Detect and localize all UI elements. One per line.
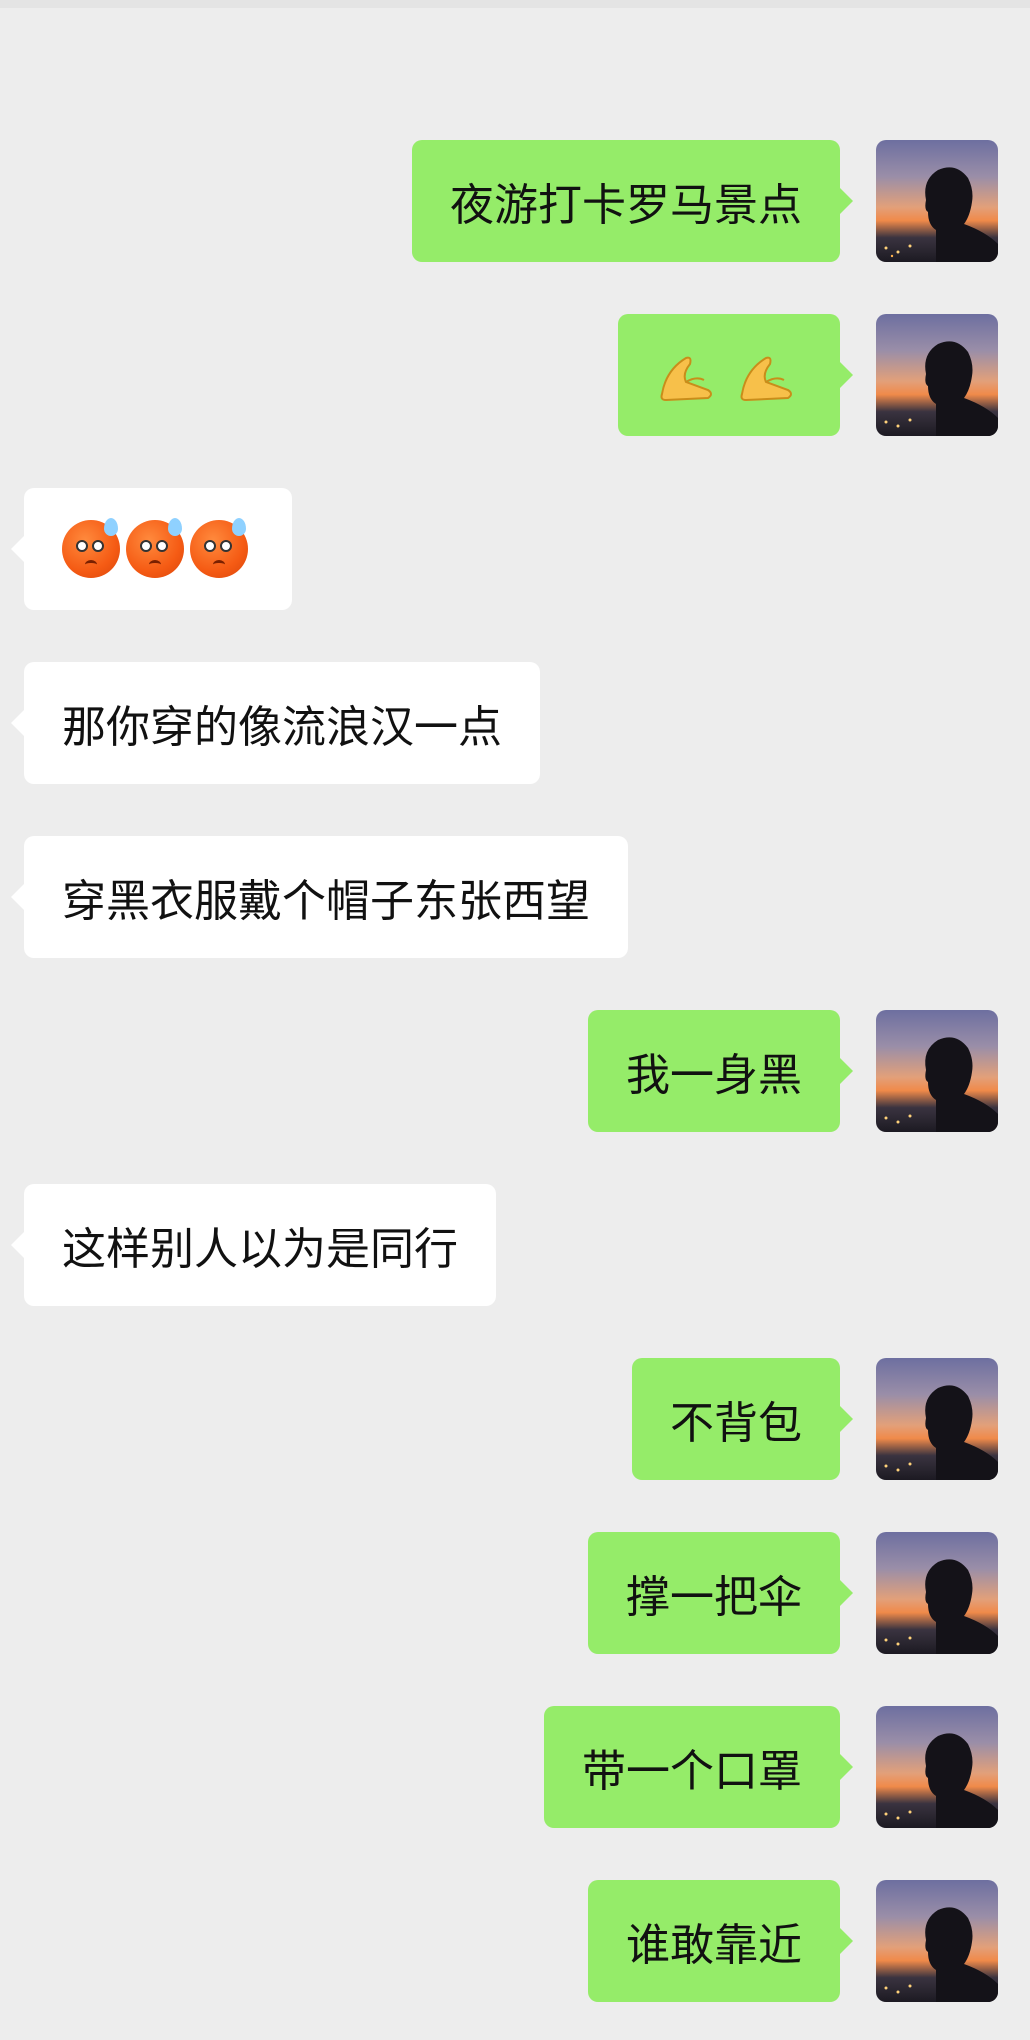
- message-text: 不背包: [670, 1398, 802, 1449]
- chat-message: 穿黑衣服戴个帽子东张西望: [0, 836, 1030, 958]
- message-text: 那你穿的像流浪汉一点: [62, 702, 502, 753]
- chat-message: 那你穿的像流浪汉一点: [0, 662, 1030, 784]
- message-bubble-self[interactable]: 我一身黑: [588, 1010, 853, 1132]
- avatar-icon[interactable]: [876, 140, 998, 262]
- message-text: 夜游打卡罗马景点: [450, 180, 802, 231]
- message-bubble-self[interactable]: [618, 314, 853, 436]
- message-bubble-self[interactable]: 谁敢靠近: [588, 1880, 853, 2002]
- chat-message: 夜游打卡罗马景点: [0, 140, 1030, 262]
- message-bubble-other[interactable]: [11, 488, 292, 610]
- chat-message: 撑一把伞: [0, 1532, 1030, 1654]
- chat-message: 谁敢靠近: [0, 1880, 1030, 2002]
- message-bubble-self[interactable]: 带一个口罩: [544, 1706, 853, 1828]
- avatar-icon[interactable]: [876, 1010, 998, 1132]
- avatar-icon[interactable]: [876, 1880, 998, 2002]
- message-text: 我一身黑: [626, 1050, 802, 1101]
- message-text: 撑一把伞: [626, 1572, 802, 1623]
- top-divider: [0, 0, 1030, 8]
- message-bubble-other[interactable]: 这样别人以为是同行: [11, 1184, 496, 1306]
- message-bubble-self[interactable]: 撑一把伞: [588, 1532, 853, 1654]
- pinched-hands-emoji-icon: [656, 348, 802, 402]
- message-text: 谁敢靠近: [626, 1920, 802, 1971]
- avatar-icon[interactable]: [876, 1358, 998, 1480]
- message-bubble-self[interactable]: 不背包: [632, 1358, 853, 1480]
- message-text: 这样别人以为是同行: [62, 1224, 458, 1275]
- avatar-icon[interactable]: [876, 314, 998, 436]
- message-text: 穿黑衣服戴个帽子东张西望: [62, 876, 590, 927]
- chat-message: 带一个口罩: [0, 1706, 1030, 1828]
- message-bubble-self[interactable]: 夜游打卡罗马景点: [412, 140, 853, 262]
- chat-message: [0, 488, 1030, 610]
- chat-message: 这样别人以为是同行: [0, 1184, 1030, 1306]
- chat-message: 我一身黑: [0, 1010, 1030, 1132]
- avatar-icon[interactable]: [876, 1532, 998, 1654]
- message-bubble-other[interactable]: 穿黑衣服戴个帽子东张西望: [11, 836, 628, 958]
- message-bubble-other[interactable]: 那你穿的像流浪汉一点: [11, 662, 540, 784]
- message-text: 带一个口罩: [582, 1746, 802, 1797]
- chat-message: 不背包: [0, 1358, 1030, 1480]
- anxious-face-emoji-icon: [62, 518, 254, 578]
- chat-message: [0, 314, 1030, 436]
- avatar-icon[interactable]: [876, 1706, 998, 1828]
